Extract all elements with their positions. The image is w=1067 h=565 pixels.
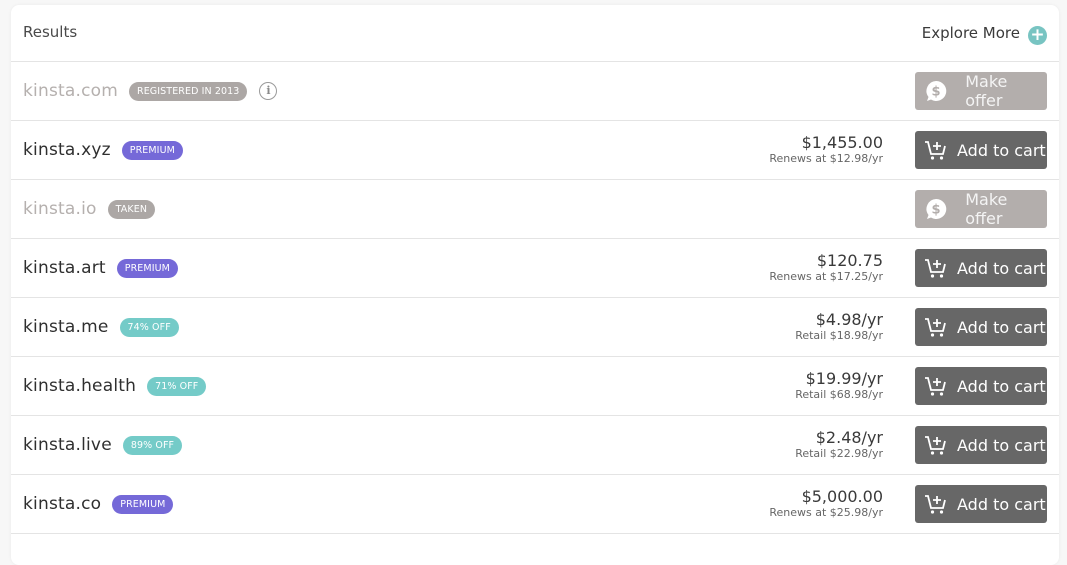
explore-more-label: Explore More: [921, 24, 1020, 42]
cart-plus-icon: [924, 316, 948, 338]
domain-name: kinsta.com: [23, 81, 118, 101]
cart-plus-icon: [924, 434, 948, 456]
discount-badge: 74% OFF: [119, 317, 179, 337]
make-offer-button[interactable]: $ Make offer: [915, 190, 1047, 228]
action-label: Add to cart: [957, 494, 1046, 514]
info-icon[interactable]: i: [259, 82, 278, 100]
domain-name: kinsta.io: [23, 199, 97, 219]
plus-circle-icon: +: [1028, 25, 1047, 45]
action-label: Add to cart: [957, 317, 1046, 337]
result-row: kinsta.io TAKEN $ Make offer: [11, 180, 1059, 239]
add-to-cart-button[interactable]: Add to cart: [915, 249, 1047, 287]
price: $2.48/yr: [815, 428, 883, 447]
premium-badge: PREMIUM: [121, 140, 183, 160]
svg-text:$: $: [931, 85, 940, 100]
premium-badge: PREMIUM: [112, 494, 174, 514]
premium-badge: PREMIUM: [116, 258, 178, 278]
result-row: kinsta.live 89% OFF $2.48/yr Retail $22.…: [11, 416, 1059, 475]
add-to-cart-button[interactable]: Add to cart: [915, 308, 1047, 346]
price-subtext: Renews at $12.98/yr: [769, 152, 883, 165]
price-subtext: Retail $68.98/yr: [795, 388, 883, 401]
status-badge: TAKEN: [107, 199, 156, 219]
add-to-cart-button[interactable]: Add to cart: [915, 485, 1047, 523]
domain-name: kinsta.xyz: [23, 140, 111, 160]
price: $1,455.00: [801, 133, 883, 152]
results-title: Results: [23, 23, 78, 41]
price-block: $19.99/yr Retail $68.98/yr: [795, 370, 883, 402]
make-offer-button[interactable]: $ Make offer: [915, 72, 1047, 110]
action-label: Add to cart: [957, 376, 1046, 396]
explore-more-button[interactable]: Explore More +: [922, 22, 1047, 45]
price-block: $2.48/yr Retail $22.98/yr: [795, 429, 883, 461]
add-to-cart-button[interactable]: Add to cart: [915, 367, 1047, 405]
result-row: kinsta.me 74% OFF $4.98/yr Retail $18.98…: [11, 298, 1059, 357]
price-subtext: Renews at $17.25/yr: [769, 270, 883, 283]
dollar-chat-icon: $: [925, 198, 948, 220]
domain-name: kinsta.art: [23, 258, 106, 278]
price-block: $4.98/yr Retail $18.98/yr: [795, 311, 883, 343]
action-label: Add to cart: [957, 258, 1046, 278]
result-row: kinsta.health 71% OFF $19.99/yr Retail $…: [11, 357, 1059, 416]
action-label: Make offer: [965, 190, 1008, 228]
price: $5,000.00: [801, 487, 883, 506]
dollar-chat-icon: $: [925, 80, 948, 102]
domain-name: kinsta.health: [23, 376, 137, 396]
cart-plus-icon: [924, 139, 948, 161]
status-badge: REGISTERED IN 2013: [129, 81, 248, 101]
discount-badge: 71% OFF: [147, 376, 207, 396]
price: $19.99/yr: [805, 369, 883, 388]
price: $120.75: [816, 251, 883, 270]
domain-name: kinsta.me: [23, 317, 109, 337]
result-row: kinsta.xyz PREMIUM $1,455.00 Renews at $…: [11, 121, 1059, 180]
add-to-cart-button[interactable]: Add to cart: [915, 426, 1047, 464]
action-label: Add to cart: [957, 435, 1046, 455]
domain-name: kinsta.co: [23, 494, 102, 514]
results-header: Results Explore More +: [11, 5, 1059, 62]
price-subtext: Retail $18.98/yr: [795, 329, 883, 342]
price-block: $5,000.00 Renews at $25.98/yr: [769, 488, 883, 520]
result-row: kinsta.art PREMIUM $120.75 Renews at $17…: [11, 239, 1059, 298]
price-subtext: Renews at $25.98/yr: [769, 506, 883, 519]
domain-name: kinsta.live: [23, 435, 112, 455]
results-panel: Results Explore More + kinsta.com REGIST…: [11, 5, 1059, 565]
result-row: kinsta.com REGISTERED IN 2013 i $ Make of…: [11, 62, 1059, 121]
cart-plus-icon: [924, 257, 948, 279]
add-to-cart-button[interactable]: Add to cart: [915, 131, 1047, 169]
price: $4.98/yr: [815, 310, 883, 329]
discount-badge: 89% OFF: [122, 435, 183, 455]
result-row: kinsta.co PREMIUM $5,000.00 Renews at $2…: [11, 475, 1059, 534]
price-block: $120.75 Renews at $17.25/yr: [769, 252, 883, 284]
price-subtext: Retail $22.98/yr: [795, 447, 883, 460]
action-label: Add to cart: [957, 140, 1046, 160]
action-label: Make offer: [965, 72, 1008, 110]
cart-plus-icon: [924, 493, 948, 515]
results-list: kinsta.com REGISTERED IN 2013 i $ Make of…: [11, 62, 1059, 534]
price-block: $1,455.00 Renews at $12.98/yr: [769, 134, 883, 166]
cart-plus-icon: [924, 375, 948, 397]
svg-text:$: $: [931, 203, 940, 218]
